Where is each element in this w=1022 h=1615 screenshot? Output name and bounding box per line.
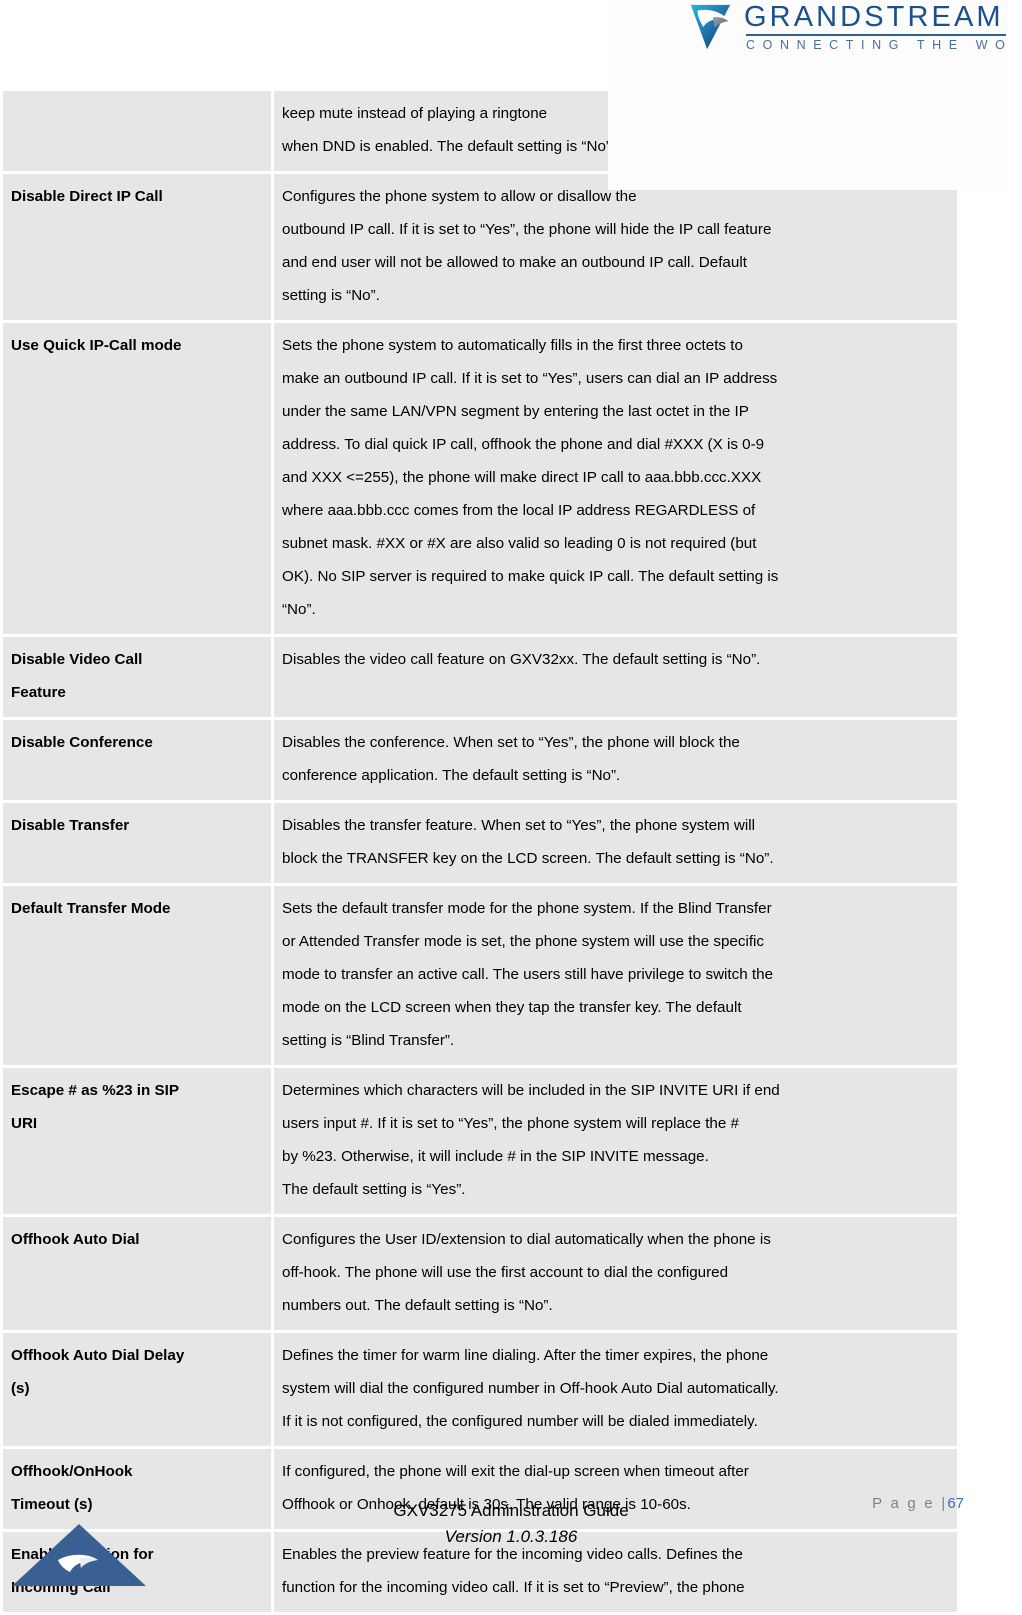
row-description-cell: Configures the phone system to allow or … bbox=[274, 174, 957, 320]
table-row: Disable Video Call Feature Disables the … bbox=[3, 637, 957, 717]
description-line: If configured, the phone will exit the d… bbox=[282, 1463, 749, 1480]
row-description-cell: Configures the User ID/extension to dial… bbox=[274, 1217, 957, 1330]
row-label: Disable Video Call bbox=[11, 651, 143, 668]
description-line: by %23. Otherwise, it will include # in … bbox=[282, 1148, 709, 1165]
row-description-cell: Determines which characters will be incl… bbox=[274, 1068, 957, 1214]
description-line: mode to transfer an active call. The use… bbox=[282, 966, 774, 983]
row-label: Feature bbox=[11, 684, 66, 701]
row-label: Disable Conference bbox=[11, 734, 153, 751]
row-label: Disable Direct IP Call bbox=[11, 188, 163, 205]
row-label-cell: Disable Video Call Feature bbox=[3, 637, 271, 717]
table-row: Disable Direct IP Call Configures the ph… bbox=[3, 174, 957, 320]
row-label-cell: Use Quick IP-Call mode bbox=[3, 323, 271, 634]
description-line: Sets the phone system to automatically f… bbox=[282, 337, 743, 354]
description-line: Defines the timer for warm line dialing.… bbox=[282, 1347, 769, 1364]
row-label-cell: Escape # as %23 in SIP URI bbox=[3, 1068, 271, 1214]
table-row: Disable Conference Disables the conferen… bbox=[3, 720, 957, 800]
description-line: under the same LAN/VPN segment by enteri… bbox=[282, 403, 749, 420]
row-description-cell: Sets the phone system to automatically f… bbox=[274, 323, 957, 634]
row-label-cell: Offhook Auto Dial Delay (s) bbox=[3, 1333, 271, 1446]
description-line: Determines which characters will be incl… bbox=[282, 1082, 780, 1099]
row-label: URI bbox=[11, 1115, 38, 1132]
table-row: Disable Transfer Disables the transfer f… bbox=[3, 803, 957, 883]
row-label-cell: Offhook Auto Dial bbox=[3, 1217, 271, 1330]
description-line: Disables the transfer feature. When set … bbox=[282, 817, 756, 834]
row-label: Default Transfer Mode bbox=[11, 900, 171, 917]
table-row: Escape # as %23 in SIP URI Determines wh… bbox=[3, 1068, 957, 1214]
grandstream-logo: GRANDSTREAM CONNECTING THE WORLD bbox=[686, 2, 1006, 53]
document-title: GXV3275 Administration Guide bbox=[393, 1501, 629, 1520]
row-description-cell: Disables the transfer feature. When set … bbox=[274, 803, 957, 883]
row-description-cell: Sets the default transfer mode for the p… bbox=[274, 886, 957, 1065]
row-label: Escape # as %23 in SIP bbox=[11, 1082, 180, 1099]
description-line: users input #. If it is set to “Yes”, th… bbox=[282, 1115, 739, 1132]
description-line: mode on the LCD screen when they tap the… bbox=[282, 999, 742, 1016]
settings-description-table: keep mute instead of playing a ringtone … bbox=[0, 88, 960, 1615]
description-line: system will dial the configured number i… bbox=[282, 1380, 779, 1397]
description-line: OK). No SIP server is required to make q… bbox=[282, 568, 779, 585]
description-line: conference application. The default sett… bbox=[282, 767, 621, 784]
description-line: outbound IP call. If it is set to “Yes”,… bbox=[282, 221, 772, 238]
description-line: numbers out. The default setting is “No”… bbox=[282, 1297, 553, 1314]
description-line: block the TRANSFER key on the LCD screen… bbox=[282, 850, 774, 867]
description-line: If it is not configured, the configured … bbox=[282, 1413, 758, 1430]
table-row: Use Quick IP-Call mode Sets the phone sy… bbox=[3, 323, 957, 634]
row-label-cell: Disable Transfer bbox=[3, 803, 271, 883]
description-line: off-hook. The phone will use the first a… bbox=[282, 1264, 729, 1281]
row-description-cell: Disables the conference. When set to “Ye… bbox=[274, 720, 957, 800]
row-label-cell: Disable Direct IP Call bbox=[3, 174, 271, 320]
logo-text-block: GRANDSTREAM CONNECTING THE WORLD bbox=[744, 2, 1006, 53]
description-line: where aaa.bbb.ccc comes from the local I… bbox=[282, 502, 756, 519]
row-label: Offhook/OnHook bbox=[11, 1463, 133, 1480]
row-label-cell: Disable Conference bbox=[3, 720, 271, 800]
description-line: Sets the default transfer mode for the p… bbox=[282, 900, 772, 917]
description-line: or Attended Transfer mode is set, the ph… bbox=[282, 933, 765, 950]
logo-wordmark: GRANDSTREAM bbox=[744, 1, 1004, 33]
table-row: Offhook Auto Dial Configures the User ID… bbox=[3, 1217, 957, 1330]
description-line: “No”. bbox=[282, 601, 316, 618]
table-row: Default Transfer Mode Sets the default t… bbox=[3, 886, 957, 1065]
description-line: and XXX <=255), the phone will make dire… bbox=[282, 469, 762, 486]
row-label: (s) bbox=[11, 1380, 30, 1397]
table-body: keep mute instead of playing a ringtone … bbox=[3, 91, 957, 1612]
row-description-cell: Defines the timer for warm line dialing.… bbox=[274, 1333, 957, 1446]
header-logo-panel: GRANDSTREAM CONNECTING THE WORLD bbox=[608, 0, 1006, 190]
description-line: Disables the conference. When set to “Ye… bbox=[282, 734, 740, 751]
row-label-cell bbox=[3, 91, 271, 171]
description-line: Configures the User ID/extension to dial… bbox=[282, 1231, 771, 1248]
description-line: make an outbound IP call. If it is set t… bbox=[282, 370, 778, 387]
row-label: Disable Transfer bbox=[11, 817, 130, 834]
description-line: The default setting is “Yes”. bbox=[282, 1181, 466, 1198]
description-line: subnet mask. #XX or #X are also valid so… bbox=[282, 535, 757, 552]
description-line: function for the incoming video call. If… bbox=[282, 1579, 745, 1596]
description-line: Disables the video call feature on GXV32… bbox=[282, 651, 761, 668]
logo-divider bbox=[746, 34, 1006, 36]
description-line: and end user will not be allowed to make… bbox=[282, 254, 747, 271]
row-label: Offhook Auto Dial bbox=[11, 1231, 140, 1248]
table-row: Offhook Auto Dial Delay (s) Defines the … bbox=[3, 1333, 957, 1446]
logo-tagline: CONNECTING THE WORLD bbox=[746, 38, 1006, 52]
row-label-cell: Default Transfer Mode bbox=[3, 886, 271, 1065]
grandstream-swoosh-icon bbox=[690, 4, 731, 50]
document-version: Version 1.0.3.186 bbox=[444, 1527, 578, 1546]
row-label: Offhook Auto Dial Delay bbox=[11, 1347, 185, 1364]
row-label: Use Quick IP-Call mode bbox=[11, 337, 182, 354]
row-description-cell: Disables the video call feature on GXV32… bbox=[274, 637, 957, 717]
description-line: setting is “Blind Transfer”. bbox=[282, 1032, 455, 1049]
footer-divider bbox=[0, 1448, 1022, 1449]
description-line: setting is “No”. bbox=[282, 287, 380, 304]
description-line: address. To dial quick IP call, offhook … bbox=[282, 436, 765, 453]
grandstream-triangle-logo bbox=[12, 1524, 146, 1586]
